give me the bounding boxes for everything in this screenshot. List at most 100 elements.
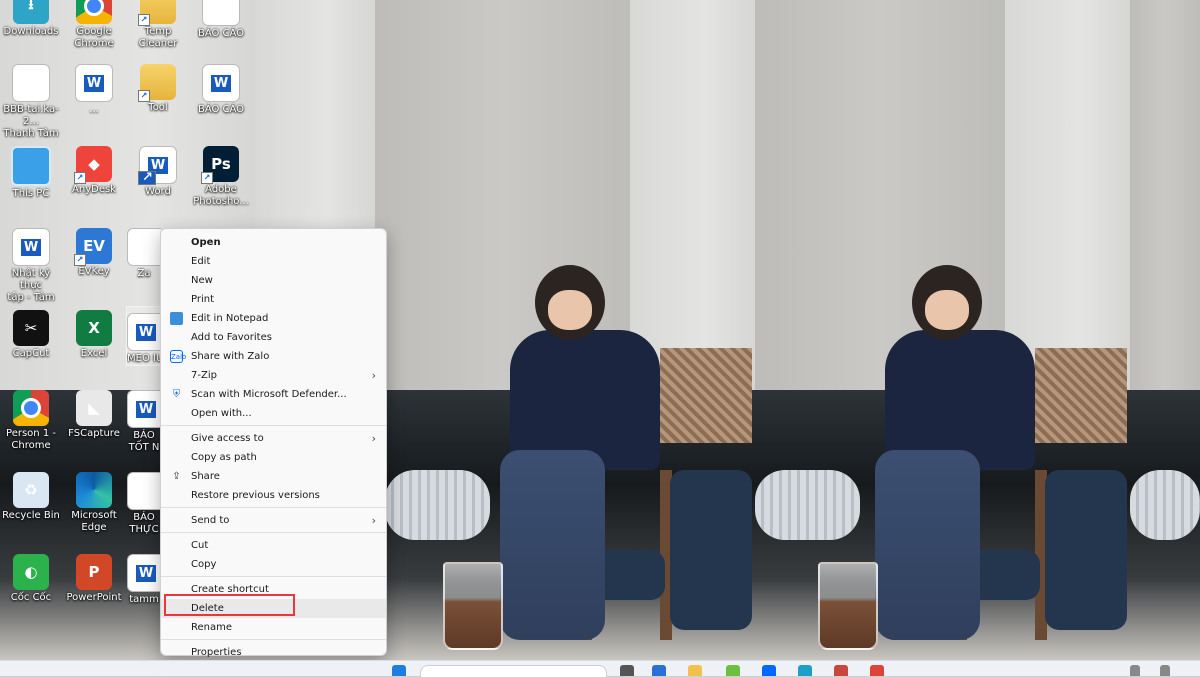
menu-label: Open with... <box>191 408 252 419</box>
recycle-bin-icon: ♻ <box>13 472 49 508</box>
desktop-icon-excel[interactable]: X Excel <box>63 310 125 360</box>
menu-item-add-to-favorites[interactable]: Add to Favorites <box>161 328 386 347</box>
menu-label: Restore previous versions <box>191 490 320 501</box>
menu-item-send-to[interactable]: Send to › <box>161 511 386 530</box>
menu-item-7-zip[interactable]: 7-Zip › <box>161 366 386 385</box>
icon-label: Person 1 - Chrome <box>6 428 56 451</box>
chrome-icon <box>13 390 49 426</box>
task-view-icon[interactable] <box>620 665 634 676</box>
menu-label: Print <box>191 294 215 305</box>
desktop-icon-fscapture[interactable]: ◣ FSCapture <box>63 390 125 440</box>
menu-item-share[interactable]: ⇪ Share <box>161 467 386 486</box>
folder-icon: ↗ <box>138 0 176 26</box>
menu-item-edit[interactable]: Edit <box>161 252 386 271</box>
file-explorer-icon[interactable] <box>688 665 702 676</box>
chrome-taskbar-icon[interactable] <box>870 665 884 676</box>
icon-label: Cốc Cốc <box>10 592 52 603</box>
menu-label: 7-Zip <box>191 370 217 381</box>
desktop-icon-coc-coc[interactable]: ◐ Cốc Cốc <box>0 554 62 604</box>
system-tray-icon[interactable] <box>1160 665 1170 676</box>
menu-item-print[interactable]: Print <box>161 290 386 309</box>
menu-item-share-with-zalo[interactable]: Zalo Share with Zalo <box>161 347 386 366</box>
desktop-icon-zalo[interactable]: Zo Za <box>127 228 161 280</box>
desktop-icon-word-doc[interactable]: W ... <box>63 64 125 116</box>
menu-item-create-shortcut[interactable]: Create shortcut <box>161 580 386 599</box>
menu-label: Edit <box>191 256 211 267</box>
photoshop-icon: Ps ↗ <box>201 146 239 184</box>
desktop-icon-recycle-bin[interactable]: ♻ Recycle Bin <box>0 472 62 522</box>
desktop-icon-word[interactable]: W ↗ Word <box>127 146 189 198</box>
menu-label: Share with Zalo <box>191 351 270 362</box>
desktop-icon-nhat-ky[interactable]: W Nhật ký thực tập - Tâm <box>0 228 62 304</box>
menu-item-delete[interactable]: Delete <box>161 599 386 618</box>
desktop-icon-google-chrome[interactable]: Google Chrome <box>63 0 125 50</box>
chrome-icon <box>76 0 112 24</box>
zalo-taskbar-icon[interactable] <box>762 665 776 676</box>
system-tray-icon[interactable] <box>1130 665 1140 676</box>
store-icon[interactable] <box>652 665 666 676</box>
app-icon[interactable] <box>726 665 740 676</box>
document-icon <box>202 0 240 26</box>
desktop-icon-this-pc[interactable]: This PC <box>0 146 62 200</box>
icon-label: Recycle Bin <box>2 510 60 521</box>
menu-separator <box>161 639 386 640</box>
desktop-icon-capcut[interactable]: ✂ CapCut <box>0 310 62 360</box>
icon-label: CapCut <box>12 348 50 359</box>
menu-item-rename[interactable]: Rename <box>161 618 386 637</box>
menu-separator <box>161 532 386 533</box>
desktop-icon-bao-cao-2[interactable]: W BÁO CÁO <box>190 64 252 116</box>
app-icon[interactable] <box>834 665 848 676</box>
menu-item-new[interactable]: New <box>161 271 386 290</box>
desktop-icon-bao-cao-1[interactable]: BÁO CÁO <box>190 0 252 40</box>
document-icon <box>12 64 50 102</box>
desktop-icon-tool[interactable]: ↗ Tool <box>127 64 189 114</box>
icon-label: Za <box>137 268 151 279</box>
menu-item-open-with[interactable]: Open with... <box>161 404 386 423</box>
desktop-icon-bbb-file[interactable]: BBB-tai.ka-2... Thanh Tâm <box>0 64 62 140</box>
menu-item-scan-defender[interactable]: ⛨ Scan with Microsoft Defender... <box>161 385 386 404</box>
folder-icon: ↗ <box>138 64 176 102</box>
menu-item-give-access[interactable]: Give access to › <box>161 429 386 448</box>
desktop-icon-tamm[interactable]: W tamm <box>127 554 161 606</box>
computer-icon <box>11 146 51 186</box>
desktop-icon-bao-thuc[interactable]: BÁO THỰC <box>127 472 161 536</box>
word-icon: W ↗ <box>138 146 177 185</box>
capcut-icon: ✂ <box>13 310 49 346</box>
edge-icon <box>76 472 112 508</box>
desktop-icon-bao-tot-n[interactable]: W BÁO TỐT N <box>127 390 161 454</box>
desktop-icon-powerpoint[interactable]: P PowerPoint <box>63 554 125 604</box>
menu-item-open[interactable]: Open <box>161 233 386 252</box>
icon-label: Downloads <box>3 26 59 37</box>
icon-label: Excel <box>80 348 108 359</box>
search-box[interactable] <box>420 665 607 677</box>
menu-label: Delete <box>191 603 224 614</box>
desktop-icon-person-chrome[interactable]: Person 1 - Chrome <box>0 390 62 452</box>
menu-item-copy[interactable]: Copy <box>161 555 386 574</box>
icon-label: BÁO CÁO <box>197 104 245 115</box>
icon-label: This PC <box>12 188 50 199</box>
desktop-icon-edge[interactable]: Microsoft Edge <box>63 472 125 534</box>
menu-item-edit-in-notepad[interactable]: Edit in Notepad <box>161 309 386 328</box>
menu-label: Add to Favorites <box>191 332 272 343</box>
icon-label: Temp Cleaner <box>138 26 178 49</box>
shield-icon: ⛨ <box>172 389 181 400</box>
desktop-icon-downloads[interactable]: ⭳ Downloads <box>0 0 62 38</box>
share-icon: ⇪ <box>172 471 181 482</box>
desktop-icon-photoshop[interactable]: Ps ↗ Adobe Photosho... <box>190 146 252 208</box>
menu-item-restore-versions[interactable]: Restore previous versions <box>161 486 386 505</box>
edge-taskbar-icon[interactable] <box>798 665 812 676</box>
desktop-icon-anydesk[interactable]: ◆ ↗ AnyDesk <box>63 146 125 196</box>
menu-item-cut[interactable]: Cut <box>161 536 386 555</box>
icon-label: Word <box>145 186 171 197</box>
menu-separator <box>161 425 386 426</box>
word-icon: W <box>127 390 161 428</box>
powerpoint-icon: P <box>76 554 112 590</box>
start-icon[interactable] <box>392 665 406 676</box>
icon-label: Adobe Photosho... <box>193 184 249 207</box>
menu-label: Cut <box>191 540 209 551</box>
menu-item-copy-as-path[interactable]: Copy as path <box>161 448 386 467</box>
desktop-icon-meo-iu-selected[interactable]: W MEO IU <box>126 306 162 366</box>
icon-label: tamm <box>129 594 159 605</box>
desktop-icon-evkey[interactable]: EV ↗ EVKey <box>63 228 125 278</box>
desktop-icon-temp-cleaner[interactable]: ↗ Temp Cleaner <box>127 0 189 50</box>
